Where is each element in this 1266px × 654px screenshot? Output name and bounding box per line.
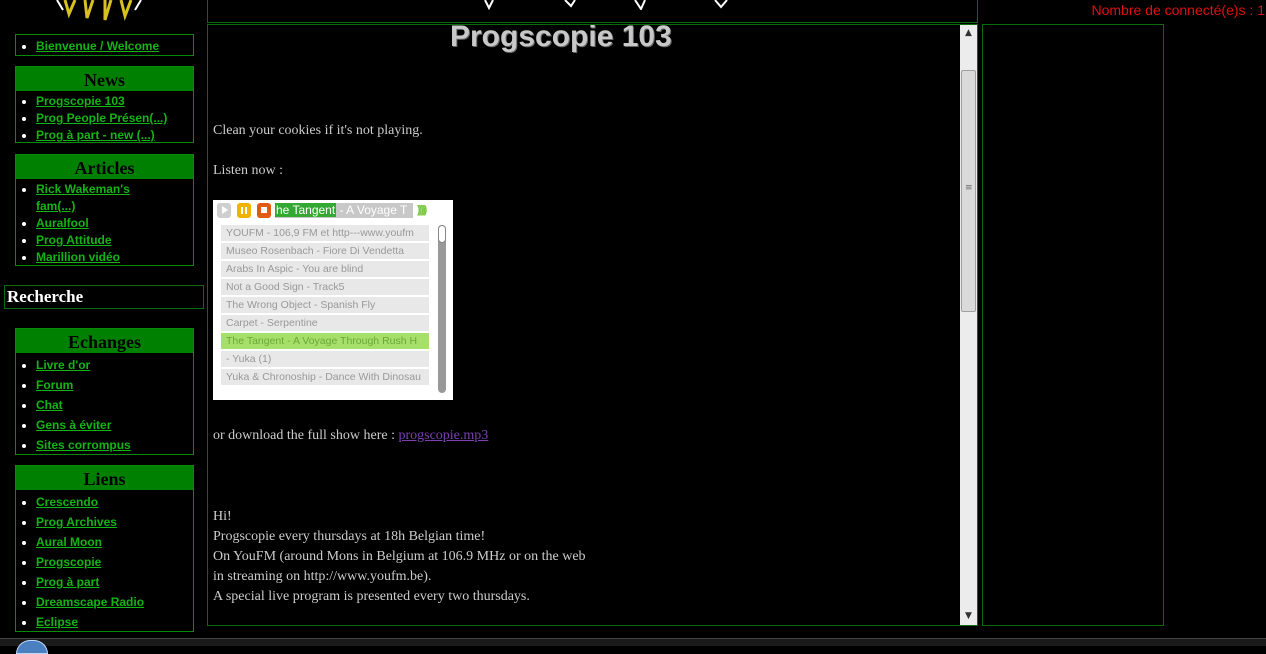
liens-link[interactable]: Prog à part [36, 575, 99, 589]
scroll-thumb[interactable]: ≡ [961, 70, 976, 312]
cookies-notice: Clean your cookies if it's not playing. [213, 123, 423, 138]
echanges-link[interactable]: Livre d'or [36, 358, 90, 372]
article-link[interactable]: Prog Attitude [36, 233, 112, 247]
article-link[interactable]: Rick Wakeman's fam(...) [36, 182, 130, 213]
site-logo [56, 0, 142, 22]
page-title: Progscopie 103 [450, 24, 672, 53]
download-line: or download the full show here : progsco… [213, 428, 488, 444]
download-label: or download the full show here : [213, 428, 399, 443]
main-content-panel: Progscopie 103 Clean your cookies if it'… [207, 24, 978, 626]
description-line: in streaming on http://www.youfm.be). [213, 569, 432, 584]
echanges-link[interactable]: Forum [36, 378, 73, 392]
description-line: Progscopie every thursdays at 18h Belgia… [213, 529, 486, 544]
header-decoration [484, 0, 728, 10]
liens-heading: Liens [16, 466, 193, 490]
liens-box: Liens Crescendo Prog Archives Aural Moon… [15, 465, 194, 632]
liens-link[interactable]: Prog Archives [36, 515, 117, 529]
news-heading: News [16, 67, 193, 91]
search-box: Recherche [4, 285, 204, 309]
playlist-track[interactable]: - Yuka (1) [221, 351, 429, 367]
grip-icon: ≡ [965, 183, 973, 193]
player-controls: he Tangent - A Voyage T ))))) [217, 203, 449, 219]
liens-link[interactable]: Crescendo [36, 495, 98, 509]
news-link[interactable]: Prog People Présen(...) [36, 111, 167, 125]
articles-box: Articles Rick Wakeman's fam(...) Auralfo… [15, 154, 194, 266]
now-playing-rest: - A Voyage T [336, 203, 408, 217]
audio-player: he Tangent - A Voyage T ))))) YOUFM - 10… [213, 200, 453, 400]
nav-link-welcome[interactable]: Bienvenue / Welcome [36, 39, 159, 53]
scroll-up-icon[interactable]: ▲ [960, 25, 977, 42]
main-scrollbar[interactable]: ▲ ≡ ▼ [960, 25, 977, 625]
playlist-track[interactable]: Yuka & Chronoship - Dance With Dinosau [221, 369, 429, 385]
playlist-track-active[interactable]: The Tangent - A Voyage Through Rush H [221, 333, 429, 349]
news-link[interactable]: Prog à part - new (...) [36, 128, 155, 142]
description-line: On YouFM (around Mons in Belgium at 106.… [213, 549, 586, 564]
playlist: YOUFM - 106,9 FM et http---www.youfm Mus… [221, 225, 429, 395]
articles-heading: Articles [16, 155, 193, 179]
now-playing-highlight: he Tangent [275, 203, 337, 217]
playlist-track[interactable]: YOUFM - 106,9 FM et http---www.youfm [221, 225, 429, 241]
pause-icon[interactable] [237, 203, 251, 218]
playlist-scroll-thumb[interactable] [438, 225, 446, 243]
echanges-link[interactable]: Gens à éviter [36, 418, 111, 432]
listen-label: Listen now : [213, 163, 283, 178]
stop-icon[interactable] [257, 203, 271, 218]
description-line: A special live program is presented ever… [213, 589, 530, 604]
news-box: News Progscopie 103 Prog People Présen(.… [15, 66, 194, 143]
connected-users-counter: Nombre de connecté(e)s : 1 [1091, 2, 1265, 18]
liens-link[interactable]: Dreamscape Radio [36, 595, 144, 609]
echanges-link[interactable]: Sites corrompus [36, 438, 131, 452]
right-panel [982, 24, 1164, 626]
welcome-box: Bienvenue / Welcome [15, 34, 194, 56]
liens-link[interactable]: Aural Moon [36, 535, 102, 549]
echanges-link[interactable]: Chat [36, 398, 63, 412]
download-link[interactable]: progscopie.mp3 [398, 428, 488, 443]
search-heading: Recherche [7, 287, 84, 306]
playlist-track[interactable]: The Wrong Object - Spanish Fly [221, 297, 429, 313]
description-text: Hi! Progscopie every thursdays at 18h Be… [213, 507, 586, 607]
playlist-track[interactable]: Not a Good Sign - Track5 [221, 279, 429, 295]
news-link[interactable]: Progscopie 103 [36, 94, 125, 108]
echanges-box: Echanges Livre d'or Forum Chat Gens à év… [15, 328, 194, 455]
playlist-track[interactable]: Carpet - Serpentine [221, 315, 429, 331]
description-line: Hi! [213, 509, 232, 524]
echanges-heading: Echanges [16, 329, 193, 353]
taskbar [0, 638, 1266, 646]
playlist-scrollbar[interactable] [438, 225, 446, 393]
now-playing-display: he Tangent - A Voyage T [275, 203, 413, 218]
liens-link[interactable]: Progscopie [36, 555, 101, 569]
volume-icon[interactable]: ))))) [417, 204, 427, 216]
liens-link[interactable]: Eclipse [36, 615, 78, 629]
article-link[interactable]: Marillion vidéo [36, 250, 120, 264]
play-icon[interactable] [217, 203, 231, 218]
article-link[interactable]: Auralfool [36, 216, 89, 230]
playlist-track[interactable]: Arabs In Aspic - You are blind [221, 261, 429, 277]
playlist-track[interactable]: Museo Rosenbach - Fiore Di Vendetta [221, 243, 429, 259]
scroll-down-icon[interactable]: ▼ [960, 608, 977, 625]
